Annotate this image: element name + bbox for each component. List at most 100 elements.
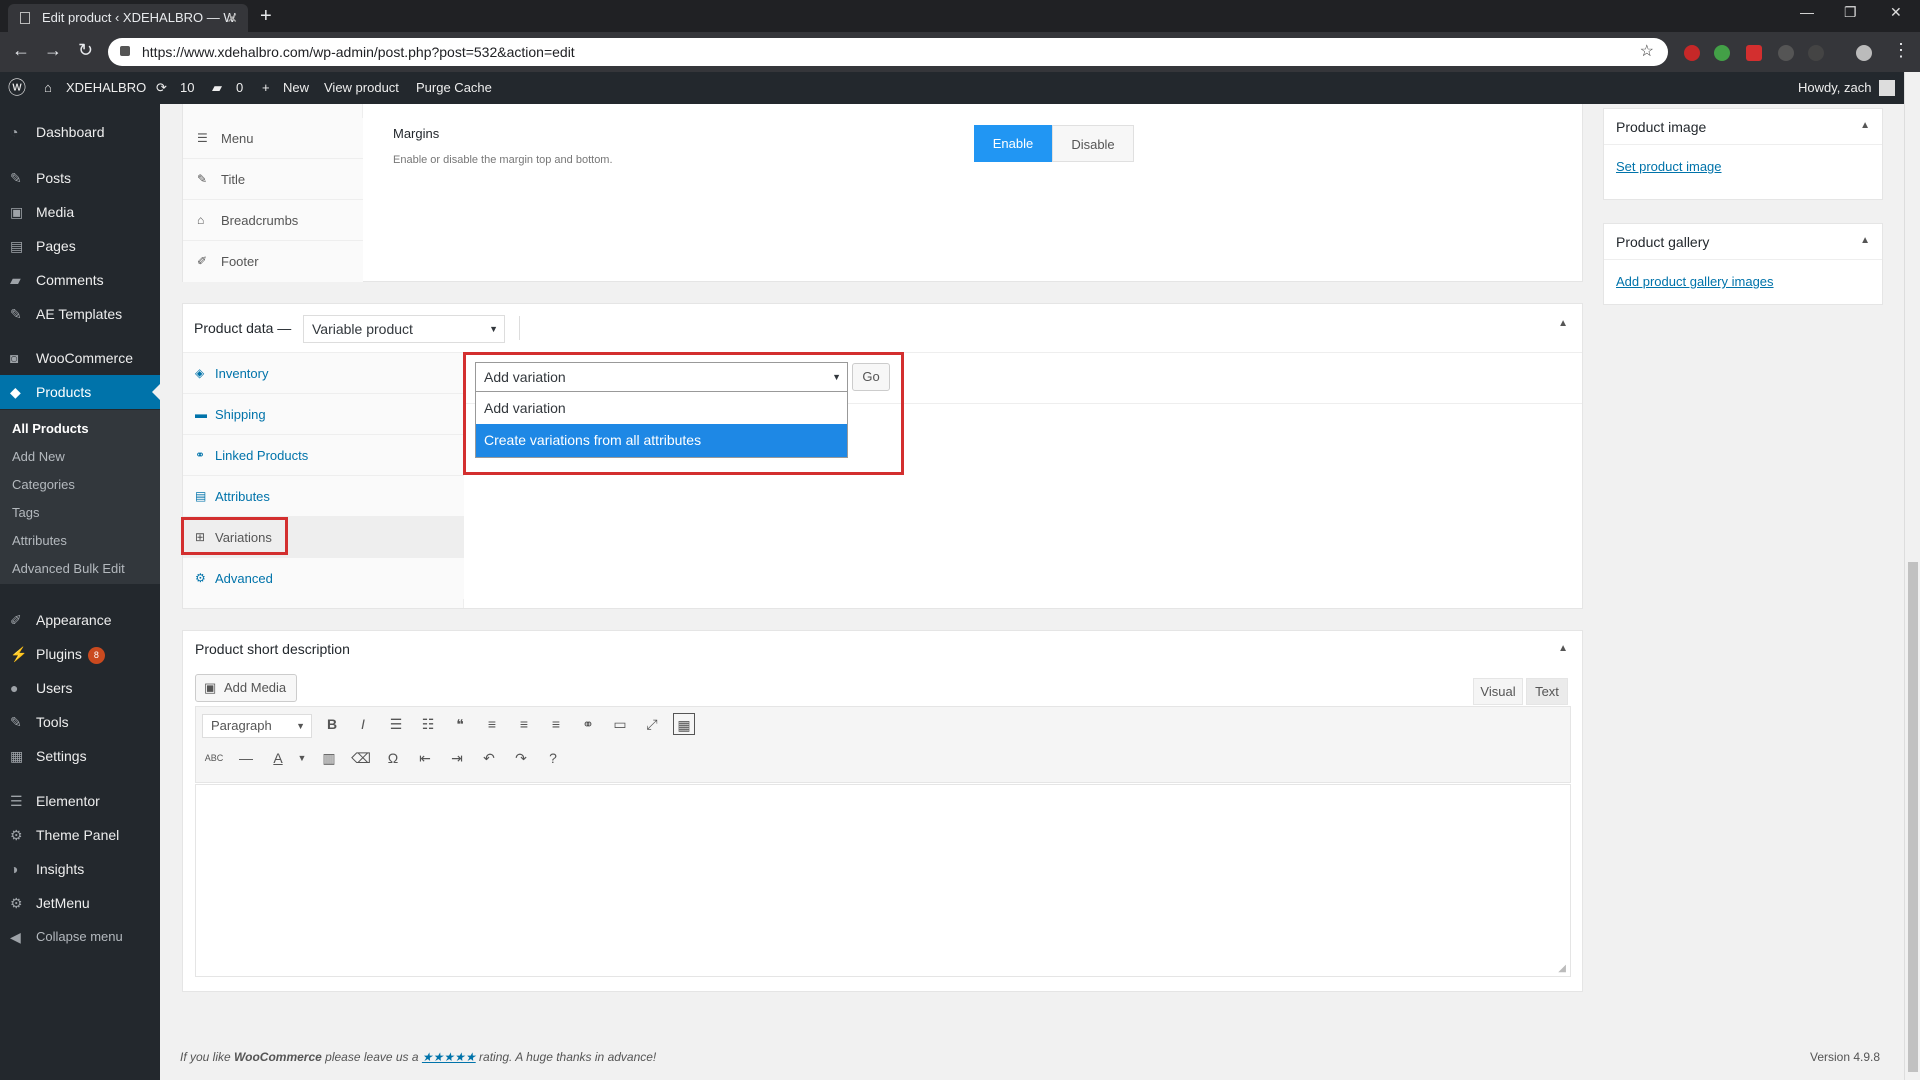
menu-insights[interactable]: ◑ Insights <box>0 852 160 886</box>
tab-menu[interactable]: ☰ Menu <box>183 118 363 159</box>
numbered-list-icon[interactable]: ☷ <box>417 713 439 735</box>
minimize-icon[interactable]: — <box>1800 4 1814 20</box>
text-color-icon[interactable]: A <box>267 747 289 769</box>
menu-dashboard[interactable]: ◔ Dashboard <box>0 115 160 149</box>
menu-theme-panel[interactable]: ⚙ Theme Panel <box>0 818 160 852</box>
extension-icon[interactable] <box>1714 45 1730 61</box>
chevron-down-icon[interactable]: ▼ <box>291 747 313 769</box>
help-icon[interactable]: ? <box>542 747 564 769</box>
bookmark-star-icon[interactable]: ☆ <box>1640 38 1654 66</box>
submenu-attributes[interactable]: Attributes <box>12 529 67 553</box>
tab-title[interactable]: ✎ Title <box>183 159 363 200</box>
disable-button[interactable]: Disable <box>1052 125 1134 162</box>
comments-count[interactable]: 0 <box>236 72 243 104</box>
align-left-icon[interactable]: ≡ <box>481 713 503 735</box>
outdent-icon[interactable]: ⇤ <box>414 747 436 769</box>
reload-icon[interactable]: ↻ <box>78 40 93 61</box>
browser-tab[interactable]: Edit product ‹ XDEHALBRO — W ✕ <box>8 4 248 32</box>
menu-media[interactable]: ▣ Media <box>0 195 160 229</box>
menu-appearance[interactable]: ✐ Appearance <box>0 603 160 637</box>
menu-plugins[interactable]: ⚡ Plugins 8 <box>0 637 160 671</box>
menu-collapse[interactable]: ◀ Collapse menu <box>0 920 160 954</box>
collapse-panel-icon[interactable]: ▲ <box>1860 235 1870 246</box>
align-center-icon[interactable]: ≡ <box>513 713 535 735</box>
tab-inventory[interactable]: ◈ Inventory <box>183 353 464 394</box>
horizontal-line-icon[interactable]: — <box>235 747 257 769</box>
bullet-list-icon[interactable]: ☰ <box>385 713 407 735</box>
close-tab-icon[interactable]: ✕ <box>226 4 238 32</box>
menu-jetmenu[interactable]: ⚙ JetMenu <box>0 886 160 920</box>
redo-icon[interactable]: ↷ <box>510 747 532 769</box>
bold-icon[interactable]: B <box>321 713 343 735</box>
collapse-panel-icon[interactable]: ▲ <box>1860 120 1870 131</box>
editor-content-area[interactable]: ◢ <box>195 784 1571 977</box>
close-window-icon[interactable]: ✕ <box>1890 4 1902 21</box>
resize-handle-icon[interactable]: ◢ <box>1558 963 1566 974</box>
menu-pages[interactable]: ▤ Pages <box>0 229 160 263</box>
visual-tab[interactable]: Visual <box>1473 678 1523 705</box>
tab-advanced[interactable]: ⚙ Advanced <box>183 558 464 599</box>
restore-icon[interactable]: ❐ <box>1844 4 1857 21</box>
special-character-icon[interactable]: Ω <box>382 747 404 769</box>
collapse-panel-icon[interactable]: ▲ <box>1558 318 1568 329</box>
toolbar-toggle-icon[interactable]: ▦ <box>673 713 695 735</box>
scrollbar-thumb[interactable] <box>1908 562 1918 1072</box>
tab-footer[interactable]: ✐ Footer <box>183 241 363 282</box>
view-product-link[interactable]: View product <box>324 72 399 104</box>
add-media-button[interactable]: ▣ Add Media <box>195 674 297 702</box>
menu-comments[interactable]: ▰ Comments <box>0 263 160 297</box>
updates-icon[interactable]: ⟳ <box>156 72 167 104</box>
enable-button[interactable]: Enable <box>974 125 1052 162</box>
avatar[interactable] <box>1879 80 1895 96</box>
extension-icon[interactable] <box>1808 45 1824 61</box>
clear-formatting-icon[interactable]: ⌫ <box>350 747 372 769</box>
submenu-tags[interactable]: Tags <box>12 501 39 525</box>
product-type-select[interactable]: Variable product ▼ <box>303 315 505 343</box>
submenu-categories[interactable]: Categories <box>12 473 75 497</box>
extension-icon[interactable] <box>1746 45 1762 61</box>
tab-breadcrumbs[interactable]: ⌂ Breadcrumbs <box>183 200 363 241</box>
tab-linked-products[interactable]: ⚭ Linked Products <box>183 435 464 476</box>
menu-products[interactable]: ◆ Products <box>0 375 160 409</box>
read-more-icon[interactable]: ▭ <box>609 713 631 735</box>
purge-cache-link[interactable]: Purge Cache <box>416 72 492 104</box>
menu-tools[interactable]: ✎ Tools <box>0 705 160 739</box>
profile-icon[interactable] <box>1856 45 1872 61</box>
submenu-advanced-bulk-edit[interactable]: Advanced Bulk Edit <box>12 557 125 581</box>
submenu-all-products[interactable]: All Products <box>12 417 89 441</box>
howdy-link[interactable]: Howdy, zach <box>1798 72 1871 104</box>
extension-icon[interactable] <box>1684 45 1700 61</box>
indent-icon[interactable]: ⇥ <box>446 747 468 769</box>
format-select[interactable]: Paragraph ▼ <box>202 714 312 738</box>
extension-icon[interactable] <box>1778 45 1794 61</box>
comment-icon[interactable]: ▰ <box>212 72 222 104</box>
menu-posts[interactable]: ✎ Posts <box>0 161 160 195</box>
site-name-link[interactable]: XDEHALBRO <box>66 72 146 104</box>
forward-icon[interactable]: → <box>44 40 62 61</box>
set-product-image-link[interactable]: Set product image <box>1616 159 1722 174</box>
add-gallery-images-link[interactable]: Add product gallery images <box>1616 274 1774 289</box>
paste-text-icon[interactable]: ▥ <box>318 747 340 769</box>
tab-attributes[interactable]: ▤ Attributes <box>183 476 464 517</box>
strikethrough-icon[interactable]: ABC <box>203 747 225 769</box>
back-icon[interactable]: ← <box>12 40 30 61</box>
undo-icon[interactable]: ↶ <box>478 747 500 769</box>
menu-settings[interactable]: ▦ Settings <box>0 739 160 773</box>
italic-icon[interactable]: I <box>352 713 374 735</box>
updates-count[interactable]: 10 <box>180 72 194 104</box>
tab-shipping[interactable]: ▬ Shipping <box>183 394 464 435</box>
align-right-icon[interactable]: ≡ <box>545 713 567 735</box>
new-tab-icon[interactable]: + <box>260 4 272 28</box>
text-tab[interactable]: Text <box>1526 678 1568 705</box>
collapse-panel-icon[interactable]: ▲ <box>1558 643 1568 654</box>
page-scrollbar[interactable] <box>1904 72 1920 1080</box>
menu-woocommerce[interactable]: ◙ WooCommerce <box>0 341 160 375</box>
rating-stars-link[interactable]: ★★★★★ <box>422 1050 476 1064</box>
blockquote-icon[interactable]: ❝ <box>449 713 471 735</box>
browser-menu-icon[interactable]: ⋮ <box>1892 40 1910 61</box>
menu-elementor[interactable]: ☰ Elementor <box>0 784 160 818</box>
fullscreen-icon[interactable]: ⤢ <box>641 713 663 735</box>
menu-ae-templates[interactable]: ✎ AE Templates <box>0 297 160 331</box>
new-link[interactable]: New <box>283 72 309 104</box>
wordpress-logo-icon[interactable]: ⓦ <box>8 72 26 104</box>
